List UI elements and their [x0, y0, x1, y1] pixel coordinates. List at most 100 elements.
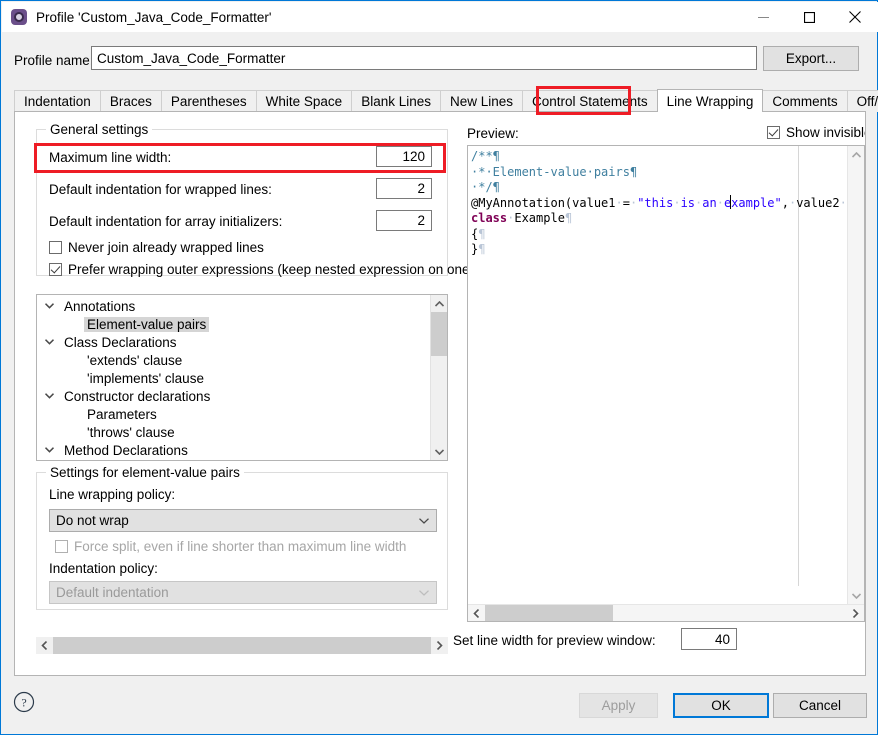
- checkbox-box: [49, 263, 62, 276]
- window-controls: [740, 2, 878, 32]
- preview-vertical-scrollbar[interactable]: [847, 146, 864, 604]
- code-line: ·*·Element-value·pairs¶: [471, 164, 638, 179]
- preview-pane[interactable]: /**¶ ·*·Element-value·pairs¶ ·*/¶ @MyAnn…: [467, 145, 865, 622]
- tab-control-statements[interactable]: Control Statements: [522, 90, 658, 112]
- tab-off-on-tags[interactable]: Off/On Tags: [846, 90, 878, 112]
- minimize-icon[interactable]: [740, 2, 786, 32]
- maximize-icon[interactable]: [786, 2, 832, 32]
- left-pane-scroll-thumb[interactable]: [53, 637, 431, 654]
- help-icon[interactable]: ?: [13, 691, 35, 713]
- chevron-down-icon[interactable]: [37, 447, 61, 453]
- general-settings-group: General settings Maximum line width: Def…: [36, 122, 499, 277]
- cancel-button[interactable]: Cancel: [773, 693, 867, 718]
- tree-item-element-value-pairs[interactable]: Element-value pairs: [37, 315, 431, 333]
- checkbox-box: [55, 540, 68, 553]
- line-wrapping-policy-select[interactable]: Do not wrap: [49, 509, 437, 532]
- chevron-down-icon[interactable]: [37, 339, 61, 345]
- tree-item-label: Annotations: [64, 298, 136, 314]
- tree-item-label: 'implements' clause: [87, 370, 204, 386]
- tree-item-implements-clause[interactable]: 'implements' clause: [37, 369, 431, 387]
- checkbox-box: [767, 126, 780, 139]
- tree-item-label: Constructor declarations: [64, 388, 211, 404]
- line-wrapping-policy-value: Do not wrap: [56, 513, 129, 528]
- window-title: Profile 'Custom_Java_Code_Formatter': [36, 9, 272, 25]
- default-indent-wrapped-label: Default indentation for wrapped lines:: [49, 182, 272, 197]
- scroll-left-icon[interactable]: [468, 605, 485, 621]
- chevron-down-icon[interactable]: [37, 393, 61, 399]
- title-bar: Profile 'Custom_Java_Code_Formatter': [2, 2, 878, 32]
- tree-vertical-scrollbar[interactable]: [430, 295, 447, 460]
- left-pane-horizontal-scrollbar[interactable]: [36, 637, 448, 654]
- element-settings-legend: Settings for element-value pairs: [46, 465, 244, 480]
- ok-button[interactable]: OK: [673, 693, 769, 718]
- preview-label: Preview:: [467, 126, 519, 141]
- prefer-wrapping-outer-checkbox[interactable]: Prefer wrapping outer expressions (keep …: [49, 262, 499, 277]
- indentation-policy-label: Indentation policy:: [49, 561, 158, 576]
- default-indent-array-input[interactable]: [376, 210, 432, 231]
- wrapping-category-tree[interactable]: Annotations Element-value pairs Class De…: [36, 294, 448, 461]
- preview-horizontal-scrollbar[interactable]: [468, 604, 864, 621]
- element-value-pairs-settings-group: Settings for element-value pairs Line wr…: [36, 465, 448, 610]
- tab-comments[interactable]: Comments: [762, 90, 848, 112]
- tree-item-label: 'throws' clause: [87, 424, 175, 440]
- set-line-width-input[interactable]: [681, 628, 737, 650]
- profile-name-input[interactable]: [91, 46, 757, 70]
- tree-item-parameters[interactable]: Parameters: [37, 405, 431, 423]
- tree-item-label: Parameters: [87, 406, 157, 422]
- line-wrapping-panel: General settings Maximum line width: Def…: [14, 111, 866, 676]
- prefer-wrapping-outer-label: Prefer wrapping outer expressions (keep …: [68, 262, 499, 277]
- tree-item-label: Element-value pairs: [84, 316, 210, 332]
- export-button[interactable]: Export...: [763, 46, 859, 71]
- tab-line-wrapping[interactable]: Line Wrapping: [656, 89, 764, 112]
- scroll-up-icon[interactable]: [848, 146, 864, 163]
- chevron-down-icon: [419, 582, 429, 603]
- tree-item-annotations[interactable]: Annotations: [37, 297, 431, 315]
- show-invisible-characters-checkbox[interactable]: Show invisible c: [767, 125, 865, 140]
- scroll-down-icon[interactable]: [431, 443, 447, 460]
- scroll-left-icon[interactable]: [36, 637, 53, 654]
- tree-item-constructor-declarations[interactable]: Constructor declarations: [37, 387, 431, 405]
- apply-button[interactable]: Apply: [579, 693, 658, 718]
- profile-name-row: Profile name: Export...: [1, 46, 878, 80]
- indentation-policy-select[interactable]: Default indentation: [49, 581, 437, 604]
- tree-item-label: Method Declarations: [64, 442, 188, 458]
- line-wrapping-policy-label: Line wrapping policy:: [49, 487, 176, 502]
- tree-item-label: Class Declarations: [64, 334, 177, 350]
- tab-strip: Indentation Braces Parentheses White Spa…: [14, 89, 878, 112]
- preview-code: /**¶ ·*·Element-value·pairs¶ ·*/¶ @MyAnn…: [471, 149, 861, 258]
- force-split-checkbox[interactable]: Force split, even if line shorter than m…: [55, 539, 406, 554]
- never-join-wrapped-lines-label: Never join already wrapped lines: [68, 240, 264, 255]
- tab-new-lines[interactable]: New Lines: [440, 90, 524, 112]
- tree-item-method-declarations[interactable]: Method Declarations: [37, 441, 431, 459]
- text-caret: [730, 195, 731, 209]
- close-icon[interactable]: [832, 2, 878, 32]
- tree-item-throws-clause[interactable]: 'throws' clause: [37, 423, 431, 441]
- tree-item-extends-clause[interactable]: 'extends' clause: [37, 351, 431, 369]
- tree-item-label: 'extends' clause: [87, 352, 183, 368]
- indentation-policy-value: Default indentation: [56, 585, 169, 600]
- tab-braces[interactable]: Braces: [99, 90, 162, 112]
- tab-white-space[interactable]: White Space: [255, 90, 353, 112]
- never-join-wrapped-lines-checkbox[interactable]: Never join already wrapped lines: [49, 240, 264, 255]
- tree-list: Annotations Element-value pairs Class De…: [37, 295, 431, 459]
- gear-icon: [10, 8, 28, 26]
- chevron-down-icon[interactable]: [37, 303, 61, 309]
- chevron-down-icon: [419, 510, 429, 531]
- max-line-width-input[interactable]: [376, 146, 432, 167]
- scroll-right-icon[interactable]: [847, 605, 864, 621]
- scroll-right-icon[interactable]: [431, 637, 448, 654]
- checkbox-box: [49, 241, 62, 254]
- tree-item-class-declarations[interactable]: Class Declarations: [37, 333, 431, 351]
- tab-blank-lines[interactable]: Blank Lines: [351, 90, 441, 112]
- code-line: ·*/¶: [471, 180, 500, 194]
- force-split-label: Force split, even if line shorter than m…: [74, 539, 407, 554]
- tab-indentation[interactable]: Indentation: [14, 90, 101, 112]
- default-indent-wrapped-input[interactable]: [376, 178, 432, 199]
- scroll-up-icon[interactable]: [431, 295, 447, 312]
- code-line: /**¶: [471, 149, 500, 163]
- preview-scroll-thumb[interactable]: [485, 605, 613, 621]
- default-indent-array-label: Default indentation for array initialize…: [49, 214, 283, 229]
- scroll-down-icon[interactable]: [848, 587, 864, 604]
- tab-parentheses[interactable]: Parentheses: [160, 90, 257, 112]
- tree-scroll-thumb[interactable]: [431, 312, 447, 356]
